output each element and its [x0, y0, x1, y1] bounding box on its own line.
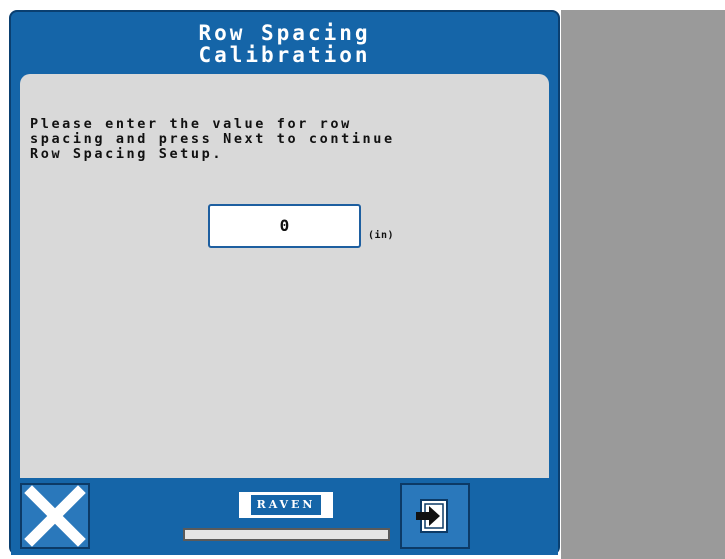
- dialog-title-line-2: Calibration: [198, 43, 371, 67]
- screen: Row Spacing Calibration Please enter the…: [0, 0, 725, 559]
- row-spacing-calibration-dialog: Row Spacing Calibration Please enter the…: [9, 10, 560, 555]
- next-arrow-icon: [416, 499, 448, 533]
- dialog-title: Row Spacing Calibration: [11, 22, 558, 66]
- dialog-title-line-1: Row Spacing: [198, 21, 371, 45]
- right-side-panel: [561, 10, 725, 559]
- close-x-icon: [24, 485, 86, 547]
- setup-progress-bar: [183, 528, 390, 541]
- raven-logo-text: RAVEN: [250, 495, 322, 515]
- instruction-line-3: Row Spacing Setup.: [30, 146, 224, 162]
- next-button[interactable]: [400, 483, 470, 549]
- row-spacing-value-input[interactable]: 0: [208, 204, 361, 248]
- cancel-button[interactable]: [20, 483, 90, 549]
- instruction-line-2: spacing and press Next to continue: [30, 131, 395, 147]
- row-spacing-unit-label: (in): [368, 230, 395, 241]
- instruction-line-1: Please enter the value for row: [30, 116, 352, 132]
- instruction-message: Please enter the value for row spacing a…: [30, 117, 530, 162]
- raven-logo: RAVEN: [239, 492, 333, 518]
